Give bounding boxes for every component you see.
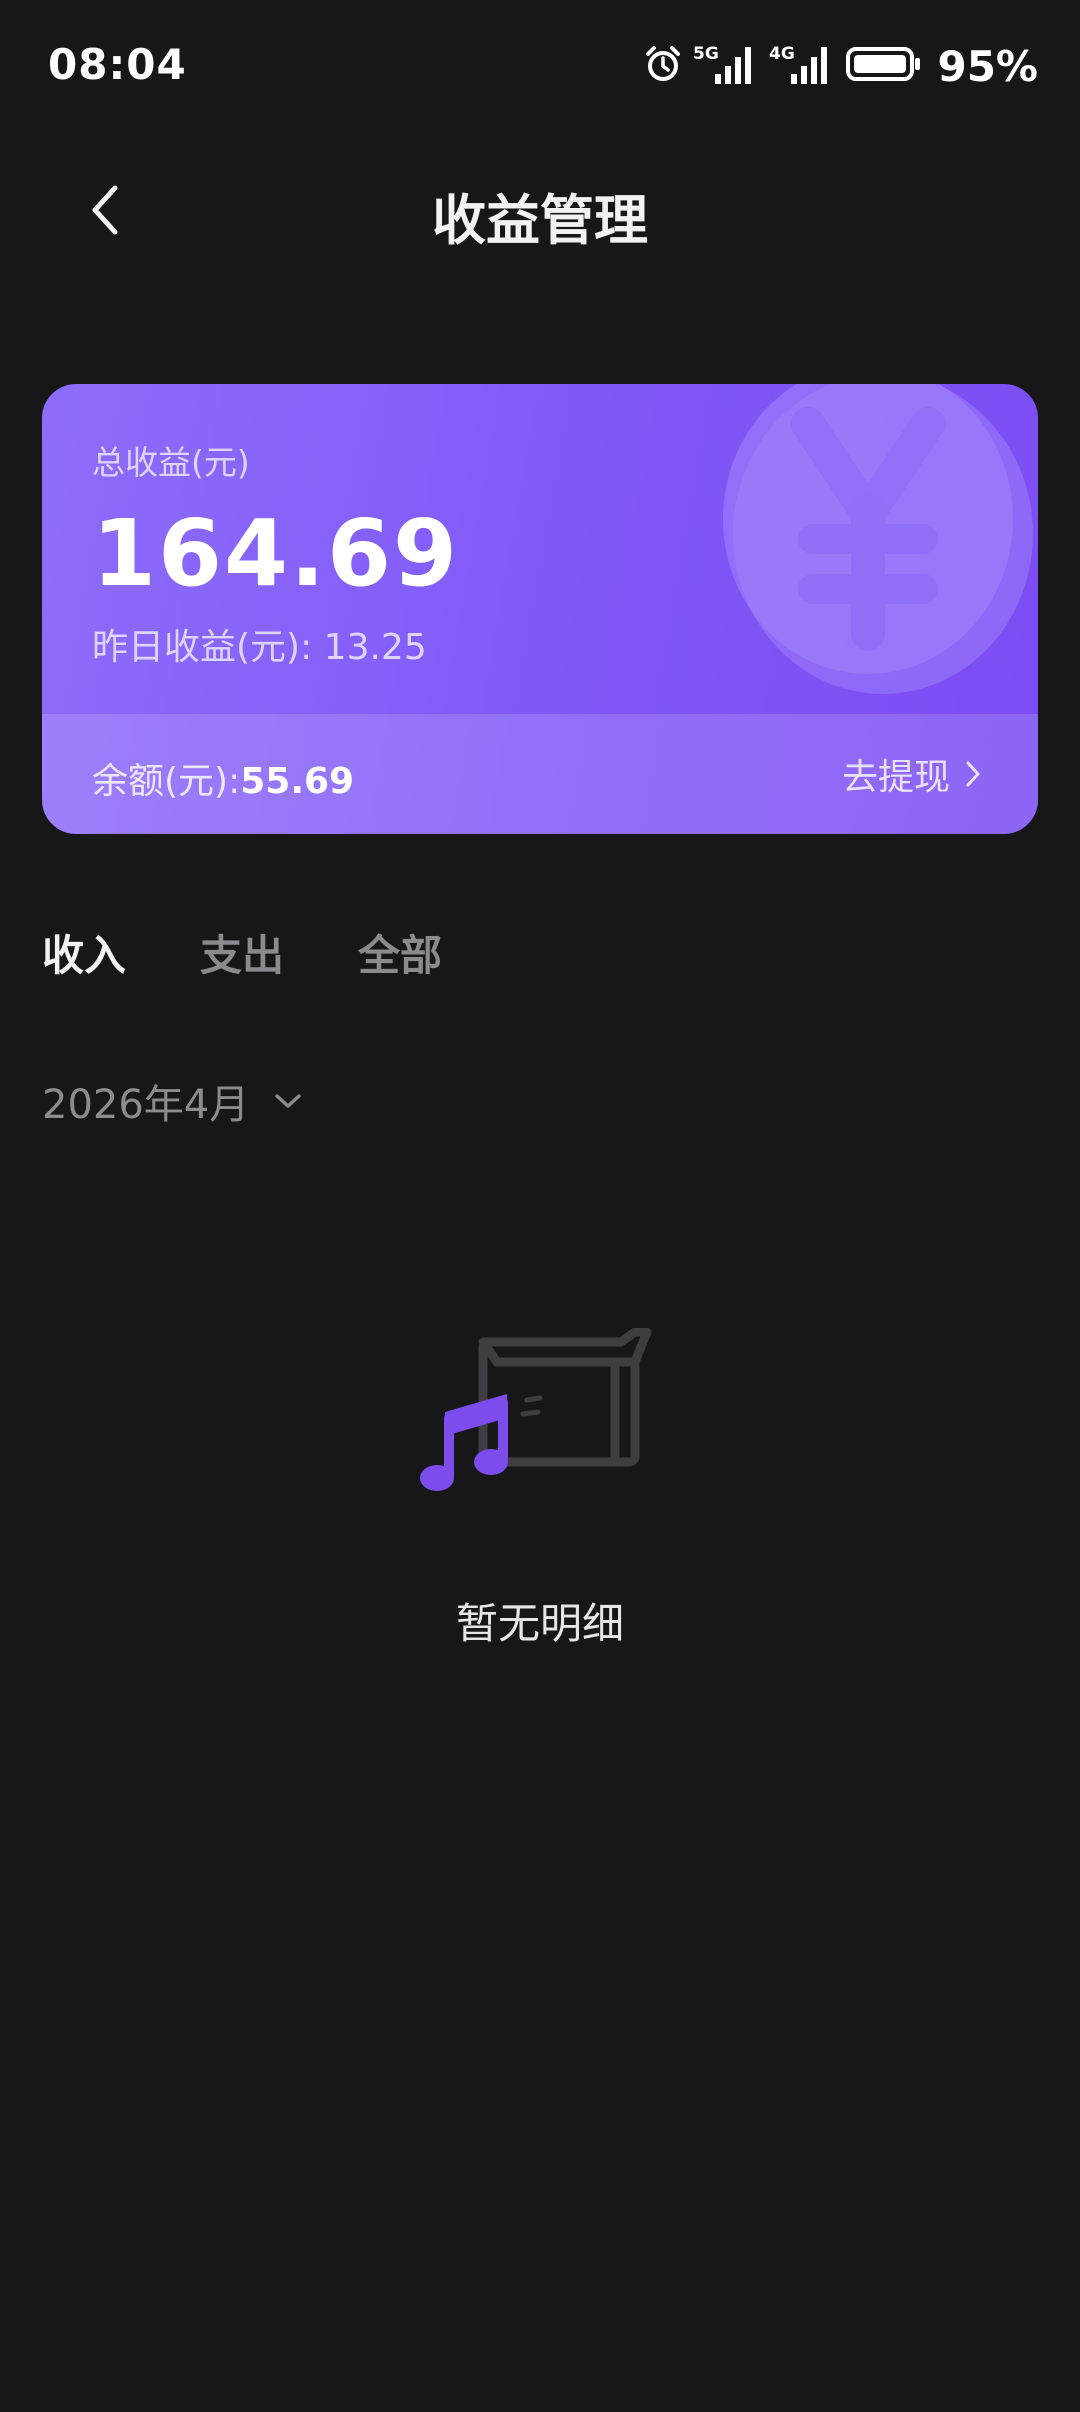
balance: 余额(元):55.69 xyxy=(92,752,354,804)
battery-percent: 95% xyxy=(937,41,1038,91)
network-label-5g: 5G xyxy=(693,44,719,64)
tab-expense[interactable]: 支出 xyxy=(200,922,284,983)
transaction-tabs: 收入 支出 全部 xyxy=(42,922,442,983)
month-value: 2026年4月 xyxy=(42,1082,250,1128)
status-time: 08:04 xyxy=(48,40,187,89)
yesterday-earnings: 昨日收益(元): 13.25 xyxy=(92,618,427,670)
header: 收益管理 xyxy=(0,150,1080,270)
music-box-illustration xyxy=(420,1328,652,1491)
yesterday-earnings-label: 昨日收益(元): xyxy=(92,627,324,668)
status-bar: 08:04 5G 4G 95% xyxy=(0,0,1080,130)
total-earnings-label: 总收益(元) xyxy=(92,443,250,482)
alarm-icon xyxy=(643,44,683,88)
tab-income[interactable]: 收入 xyxy=(42,922,126,983)
network-label-4g: 4G xyxy=(769,44,795,64)
income-management-page: 08:04 5G 4G 95% 收益管理 总收益(元) 164.69 昨日收益(… xyxy=(0,0,1080,2412)
balance-bar: 余额(元):55.69 去提现 xyxy=(42,714,1038,834)
signal-5g-icon: 5G xyxy=(693,42,759,90)
empty-state-text: 暂无明细 xyxy=(455,1599,624,1648)
chevron-down-icon xyxy=(275,1094,301,1108)
status-icons: 5G 4G 95% xyxy=(643,40,1038,92)
total-earnings-value: 164.69 xyxy=(92,500,460,607)
withdraw-button[interactable]: 去提现 xyxy=(842,748,982,800)
page-title: 收益管理 xyxy=(432,189,648,252)
month-selector[interactable]: 2026年4月 xyxy=(42,1072,303,1130)
yuan-coin-icon xyxy=(723,384,1033,694)
yesterday-earnings-value: 13.25 xyxy=(323,627,427,668)
withdraw-label: 去提现 xyxy=(841,757,950,798)
signal-4g-icon: 4G xyxy=(769,42,835,90)
balance-value: 55.69 xyxy=(240,761,355,802)
tab-all[interactable]: 全部 xyxy=(358,922,442,983)
balance-label: 余额(元): xyxy=(92,761,241,802)
battery-icon xyxy=(845,44,923,88)
earnings-card: 总收益(元) 164.69 昨日收益(元): 13.25 余额(元):55.69… xyxy=(42,384,1038,834)
chevron-right-icon xyxy=(966,761,980,787)
